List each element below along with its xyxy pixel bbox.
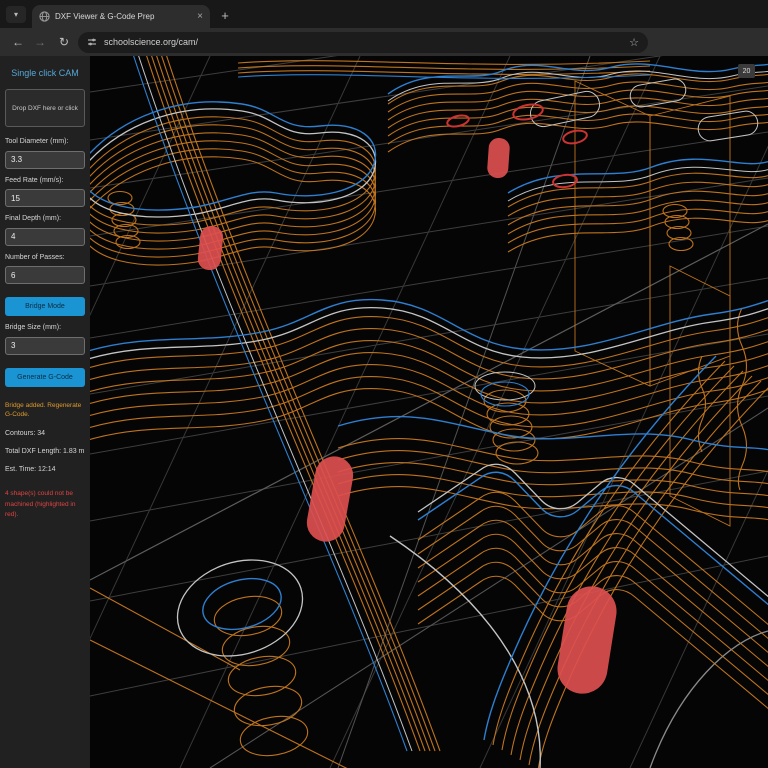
feed-rate-label: Feed Rate (mm/s): [5,177,85,184]
app-title: Single click CAM [5,68,85,78]
scale-badge: 20 [738,64,755,78]
passes-label: Number of Passes: [5,254,85,261]
tab-strip: ▾ DXF Viewer & G-Code Prep × + [0,0,768,28]
stat-length: Total DXF Length: 1.83 m [5,448,85,455]
browser-window: ▾ DXF Viewer & G-Code Prep × + ← → ↻ sch… [0,0,768,768]
final-depth-label: Final Depth (mm): [5,215,85,222]
tool-diameter-input[interactable] [5,151,85,169]
tool-diameter-label: Tool Diameter (mm): [5,138,85,145]
toolpath-canvas[interactable]: 20 [90,56,768,768]
unmachinable-outline-shapes [446,102,588,189]
forward-icon[interactable]: → [30,28,50,56]
url-text[interactable]: schoolscience.org/cam/ [104,37,622,47]
bridge-size-input[interactable] [5,337,85,355]
unmachinable-shape-4 [554,583,620,697]
cam-sidebar: Single click CAM Drop DXF here or click … [0,56,90,768]
bridge-size-label: Bridge Size (mm): [5,324,85,331]
address-bar[interactable]: schoolscience.org/cam/ ☆ [78,32,648,53]
bridge-mode-button[interactable]: Bridge Mode [5,297,85,316]
stat-contours: Contours: 34 [5,430,85,437]
unmachinable-shape-1 [197,225,224,271]
generate-gcode-button[interactable]: Generate G-Code [5,368,85,387]
viewport-3d[interactable] [90,56,768,768]
browser-toolbar: ← → ↻ schoolscience.org/cam/ ☆ [0,28,768,56]
back-icon[interactable]: ← [8,28,28,56]
reload-icon[interactable]: ↻ [54,28,74,56]
feed-rate-input[interactable] [5,189,85,207]
tab-list-chevron-icon[interactable]: ▾ [6,6,26,23]
stat-time: Est. Time: 12:14 [5,466,85,473]
dxf-dropzone[interactable]: Drop DXF here or click [5,89,85,127]
bridge-status-text: Bridge added. Regenerate G-Code. [5,401,85,420]
final-depth-input[interactable] [5,228,85,246]
active-tab[interactable]: DXF Viewer & G-Code Prep × [32,5,210,28]
passes-input[interactable] [5,266,85,284]
dxf-dropzone-label: Drop DXF here or click [12,105,78,112]
tab-close-icon[interactable]: × [197,12,203,22]
unmachinable-shape-3 [304,453,356,544]
site-favicon-icon [39,11,50,22]
machining-warning-text: 4 shape(s) could not be machined (highli… [5,489,85,520]
unmachinable-shape-2 [487,137,511,178]
tab-title: DXF Viewer & G-Code Prep [55,12,192,21]
new-tab-button[interactable]: + [216,6,234,24]
site-info-icon[interactable] [87,37,97,47]
bookmark-star-icon[interactable]: ☆ [629,36,639,49]
